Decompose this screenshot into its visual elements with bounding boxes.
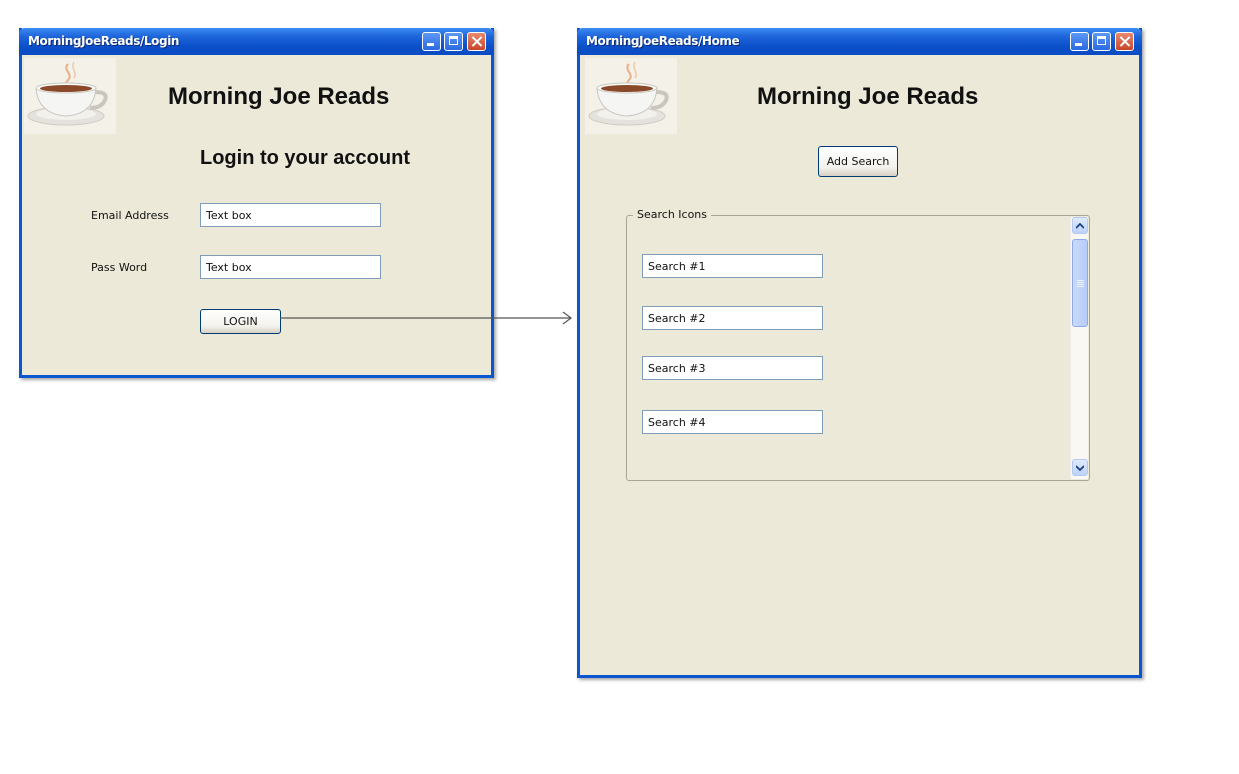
password-label: Pass Word [91, 261, 148, 274]
maximize-icon[interactable] [444, 32, 463, 51]
add-search-button[interactable]: Add Search [818, 146, 898, 177]
search-icons-group-label: Search Icons [633, 208, 712, 221]
home-window: MorningJoeReads/Home Morning Joe Reads A… [577, 28, 1142, 678]
login-window-title: MorningJoeReads/Login [28, 34, 180, 48]
search-icons-group: Search Icons Search #1 Search #2 Search … [626, 208, 1090, 481]
search-item-1[interactable]: Search #1 [642, 254, 823, 278]
scroll-thumb[interactable] [1072, 239, 1088, 327]
search-item-2[interactable]: Search #2 [642, 306, 823, 330]
login-titlebar[interactable]: MorningJoeReads/Login [19, 28, 494, 55]
maximize-icon[interactable] [1092, 32, 1111, 51]
search-item-3[interactable]: Search #3 [642, 356, 823, 380]
minimize-icon[interactable] [422, 32, 441, 51]
arrow-right-icon [280, 311, 572, 325]
email-label: Email Address [91, 209, 169, 222]
home-titlebar[interactable]: MorningJoeReads/Home [577, 28, 1142, 55]
home-window-title: MorningJoeReads/Home [586, 34, 740, 48]
app-title: Morning Joe Reads [168, 83, 390, 110]
login-button[interactable]: LOGIN [200, 309, 281, 334]
close-icon[interactable] [467, 32, 486, 51]
password-field[interactable]: Text box [200, 255, 381, 279]
minimize-icon[interactable] [1070, 32, 1089, 51]
coffee-cup-logo [24, 58, 116, 134]
close-icon[interactable] [1115, 32, 1134, 51]
scroll-down-icon[interactable] [1072, 459, 1088, 476]
email-field[interactable]: Text box [200, 203, 381, 227]
coffee-cup-logo [585, 58, 677, 134]
search-item-4[interactable]: Search #4 [642, 410, 823, 434]
scroll-up-icon[interactable] [1072, 217, 1088, 234]
login-subtitle: Login to your account [200, 147, 410, 169]
search-scrollbar[interactable] [1070, 217, 1088, 479]
app-title: Morning Joe Reads [757, 83, 979, 110]
